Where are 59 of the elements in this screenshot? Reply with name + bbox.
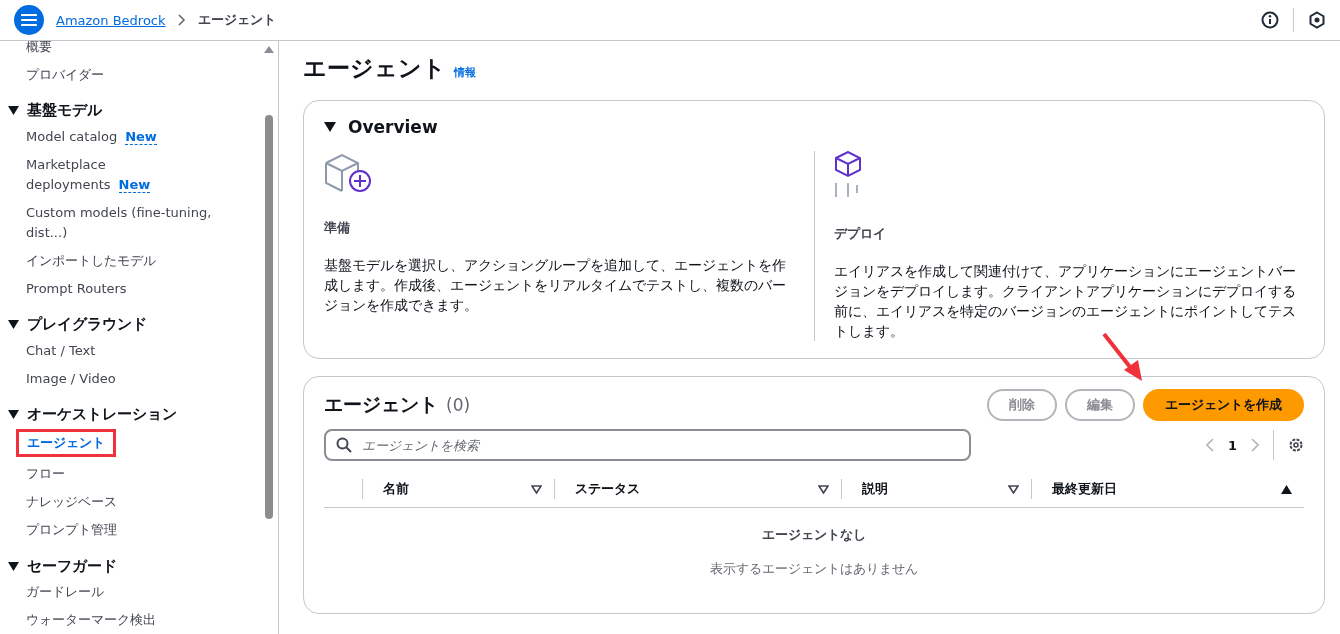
table-title: エージェント — [324, 392, 438, 417]
create-button[interactable]: エージェントを作成 — [1143, 389, 1304, 421]
column-header[interactable]: 名前 — [362, 479, 554, 499]
cube-launch-icon — [834, 151, 862, 199]
nav-item[interactable]: Custom models (fine-tuning, dist...) — [26, 201, 226, 244]
sort-icon[interactable] — [1281, 484, 1292, 494]
empty-state-title: エージェントなし — [762, 526, 866, 544]
nav-item[interactable]: プロバイダー — [26, 64, 104, 86]
nav-item[interactable]: Prompt Routers — [26, 277, 127, 300]
column-header[interactable]: 説明 — [841, 479, 1031, 499]
nav-item[interactable]: インポートしたモデル — [26, 249, 156, 272]
nav-item[interactable]: Chat / Text — [26, 339, 96, 362]
search-field[interactable]: エージェントを検索 — [324, 429, 971, 461]
cube-plus-icon — [324, 151, 372, 193]
caret-icon — [8, 409, 19, 419]
step-title: デプロイ — [834, 225, 887, 243]
column-header[interactable]: 最終更新日 — [1031, 479, 1304, 499]
settings-icon[interactable] — [1288, 437, 1304, 453]
menu-button[interactable] — [14, 5, 44, 35]
menu-icon — [21, 13, 37, 27]
nav-item[interactable]: ナレッジベース — [26, 491, 117, 514]
empty-state-text: 表示するエージェントはありません — [710, 560, 918, 578]
nav-item[interactable]: ガードレール — [26, 581, 104, 603]
column-header[interactable]: ステータス — [554, 479, 841, 499]
sort-icon[interactable] — [1008, 484, 1019, 494]
item-count: (0) — [446, 395, 471, 415]
step-description: エイリアスを作成して関連付けて、アプリケーションにエージェントバージョンをデプロイします。クライアントアプリケーションにデプロイする前に、エイリアスを特定のバージョンのエージェントにポイントしてテストします。 — [834, 262, 1297, 341]
page-number[interactable]: 1 — [1227, 437, 1237, 453]
breadcrumb-link[interactable]: Amazon Bedrock — [56, 12, 166, 28]
breadcrumb-current: エージェント — [197, 11, 276, 29]
step-title: 準備 — [324, 219, 351, 237]
scrollbar-thumb[interactable] — [265, 115, 273, 519]
hexagon-icon[interactable] — [1308, 11, 1326, 29]
caret-icon — [8, 561, 19, 571]
overview-toggle[interactable]: Overview — [324, 117, 1304, 137]
search-icon — [336, 437, 352, 453]
step-description: 基盤モデルを選択し、アクショングループを追加して、エージェントを作成します。作成後、エージェントをリアルタイムでテストし、複数のバージョンを作成できます。 — [324, 256, 787, 315]
caret-icon — [8, 320, 19, 330]
caret-icon — [264, 45, 274, 55]
nav-item[interactable]: Marketplace deployments New — [26, 153, 226, 196]
nav-section-header[interactable]: プレイグラウンド — [8, 312, 262, 337]
sort-icon[interactable] — [818, 484, 829, 494]
nav-item[interactable]: プロンプト管理 — [26, 519, 117, 542]
info-icon[interactable] — [1261, 11, 1279, 29]
nav-item[interactable]: 概要 — [26, 41, 52, 58]
nav-item[interactable]: Model catalog New — [26, 125, 157, 148]
nav-item[interactable]: Image / Video — [26, 367, 116, 390]
nav-item[interactable]: フロー — [26, 463, 65, 486]
page-title: エージェント — [303, 54, 446, 83]
nav-item[interactable]: ウォーターマーク検出 — [26, 609, 156, 631]
chevron-right-icon — [177, 14, 186, 26]
caret-icon — [8, 106, 19, 116]
nav-section-header[interactable]: オーケストレーション — [8, 402, 262, 427]
info-link[interactable]: 情報 — [454, 65, 476, 80]
nav-section-header[interactable]: セーフガード — [8, 554, 262, 578]
nav-section-header[interactable]: 基盤モデル — [8, 99, 262, 123]
sort-icon[interactable] — [531, 484, 542, 494]
nav-item[interactable]: エージェント — [16, 429, 116, 458]
caret-icon — [324, 122, 336, 132]
